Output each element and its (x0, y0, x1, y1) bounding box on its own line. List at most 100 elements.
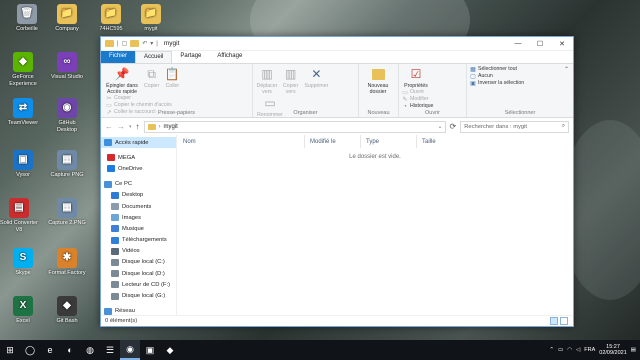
tab-affichage[interactable]: Affichage (209, 51, 250, 63)
desktop-icon[interactable]: ▤ Solid Converter V8 (0, 198, 38, 233)
tab-partage[interactable]: Partage (172, 51, 209, 63)
select-none-icon: ▢ (470, 73, 476, 80)
maximize-button[interactable]: ☐ (529, 37, 551, 51)
forward-arrow-icon[interactable]: → (117, 122, 125, 131)
network-icon[interactable]: ◠ (567, 347, 572, 353)
copy-path-button[interactable]: ▭ Copier le chemin d'accès (106, 102, 172, 109)
volume-icon[interactable]: ◁ (576, 347, 580, 353)
desktop-icon[interactable]: 📁 74HC595 (92, 4, 130, 33)
column-nom[interactable]: Nom (177, 135, 305, 148)
address-dropdown-icon[interactable]: ⌄ (437, 123, 444, 130)
taskbar-app-icon[interactable]: ▣ (140, 340, 160, 360)
open-button[interactable]: ▭ Ouvrir (402, 89, 433, 96)
chevron-right-icon[interactable]: › (159, 124, 161, 130)
sidebar-item[interactable]: Disque local (C:) (101, 257, 176, 268)
sidebar-item[interactable]: Disque local (G:) (101, 290, 176, 301)
sidebar-item[interactable]: MEGA (101, 152, 176, 163)
back-arrow-icon[interactable]: ← (105, 122, 113, 131)
search-input[interactable]: Rechercher dans : mygit ⌕ (460, 120, 569, 133)
modify-button[interactable]: ✎ Modifier (402, 96, 433, 103)
desktop-icon[interactable]: ▣ Vysor (4, 150, 42, 179)
close-button[interactable]: ✕ (551, 37, 573, 51)
sidebar-item-icon (111, 191, 119, 199)
sidebar-item[interactable]: Images (101, 212, 176, 223)
taskbar-app-icon[interactable]: ◆ (160, 340, 180, 360)
column-taille[interactable]: Taille (417, 135, 467, 148)
sidebar-item[interactable]: Documents (101, 201, 176, 212)
sidebar-item-label: Images (122, 214, 142, 221)
collapse-ribbon-icon[interactable]: ⌃ (564, 66, 569, 73)
desktop-icon[interactable]: 📁 Company (48, 4, 86, 33)
sidebar-item[interactable]: Vidéos (101, 246, 176, 257)
desktop-icon-label: mygit (144, 26, 158, 32)
details-view-icon[interactable] (550, 317, 558, 325)
minimize-button[interactable]: — (507, 37, 529, 51)
up-arrow-icon[interactable]: ↑ (136, 122, 140, 131)
taskbar-app-icon[interactable]: ◉ (120, 340, 140, 360)
desktop-icon[interactable]: ⇄ TeamViewer (4, 98, 42, 127)
copy-to-icon: ▥ (285, 67, 297, 81)
move-to-button[interactable]: ▥ Déplacer vers (256, 66, 278, 95)
tab-accueil[interactable]: Accueil (135, 51, 173, 63)
desktop-icon[interactable]: 📁 mygit (132, 4, 170, 33)
properties-icon[interactable]: ▢ (122, 40, 128, 47)
sidebar-item[interactable]: Disque local (D:) (101, 268, 176, 279)
battery-icon[interactable]: ▭ (558, 347, 563, 353)
copy-to-button[interactable]: ▥ Copier vers (280, 66, 302, 95)
taskbar-app-icon[interactable]: e (40, 340, 60, 360)
undo-icon[interactable]: ↶ (142, 40, 147, 47)
properties-button[interactable]: ☑ Propriétés (402, 66, 430, 89)
column-modifie[interactable]: Modifié le (305, 135, 361, 148)
desktop-icon[interactable]: ▦ Capture 2.PNG (48, 198, 86, 227)
desktop-icon[interactable]: X Excel (4, 296, 42, 325)
select-none-button[interactable]: ▢ Aucun (470, 73, 570, 80)
empty-folder-message: Le dossier est vide. (349, 154, 401, 160)
desktop-icon[interactable]: S Skype (4, 248, 42, 277)
desktop-icon[interactable]: ∞ Visual Studio (48, 52, 86, 81)
desktop-icon[interactable]: ✱ Format Factory (48, 248, 86, 277)
delete-button[interactable]: ✕ Supprimer (303, 66, 329, 89)
desktop-icon[interactable]: ◉ GitHub Desktop (48, 98, 86, 133)
sidebar-item[interactable]: Musique (101, 223, 176, 234)
notifications-icon[interactable]: ▤ (631, 347, 636, 353)
taskbar-app-icon[interactable]: ◍ (80, 340, 100, 360)
refresh-icon[interactable]: ⟳ (450, 122, 457, 131)
new-folder-icon[interactable] (130, 40, 140, 47)
desktop-icon-label: Solid Converter V8 (0, 220, 38, 233)
sidebar-item[interactable]: Ce PC (101, 179, 176, 190)
taskbar-app-icon[interactable]: ⊞ (0, 340, 20, 360)
sidebar-item[interactable]: Desktop (101, 190, 176, 201)
sidebar-item[interactable]: OneDrive (101, 163, 176, 174)
desktop-icon[interactable]: 🗑 Corbeille (8, 4, 46, 33)
desktop-icon[interactable]: ▦ Capture PNG (48, 150, 86, 179)
invert-selection-button[interactable]: ▣ Inverser la sélection (470, 80, 570, 87)
pin-quick-access-button[interactable]: 📌 Épingler dans Accès rapide (104, 66, 140, 95)
desktop-icon[interactable]: ◆ GeForce Experience (4, 52, 42, 87)
language-indicator[interactable]: FRA (584, 347, 595, 353)
sidebar-item-icon (104, 307, 112, 315)
file-list[interactable]: Nom Modifié le Type Taille Le dossier es… (177, 135, 573, 316)
tab-fichier[interactable]: Fichier (101, 51, 136, 63)
desktop-icon[interactable]: ◆ Git Bash (48, 296, 86, 325)
cut-button[interactable]: ✂ Couper (106, 95, 172, 102)
recent-dropdown-icon[interactable]: ▾ (129, 124, 132, 130)
column-type[interactable]: Type (361, 135, 417, 148)
history-button[interactable]: ◔ Historique (402, 103, 433, 110)
large-icons-view-icon[interactable] (560, 317, 568, 325)
taskbar-app-icon[interactable]: ◯ (20, 340, 40, 360)
paste-button[interactable]: 📋 Coller (163, 66, 181, 89)
dropdown-icon[interactable]: ▾ (150, 40, 153, 47)
taskbar-app-icon[interactable]: ☰ (100, 340, 120, 360)
clock[interactable]: 15:27 02/09/2021 (599, 344, 627, 357)
copy-button[interactable]: ⧉ Copier (142, 66, 162, 89)
taskbar-app-icon[interactable]: ◐ (60, 340, 80, 360)
sidebar-item[interactable]: Lecteur de CD (F:) (101, 279, 176, 290)
select-all-button[interactable]: ▦ Sélectionner tout (470, 66, 570, 73)
sidebar-item[interactable]: Téléchargements (101, 235, 176, 246)
sidebar-item[interactable]: Accès rapide (101, 137, 176, 149)
new-folder-button[interactable]: Nouveau dossier (362, 66, 394, 95)
file-explorer-window[interactable]: | ▢ ↶ ▾ | mygit — ☐ ✕ Fichier Accueil Pa… (100, 36, 574, 327)
chevron-up-icon[interactable]: ⌃ (549, 347, 554, 353)
desktop-app-icon: X (13, 296, 33, 316)
address-bar[interactable]: › mygit ⌄ (143, 120, 446, 133)
